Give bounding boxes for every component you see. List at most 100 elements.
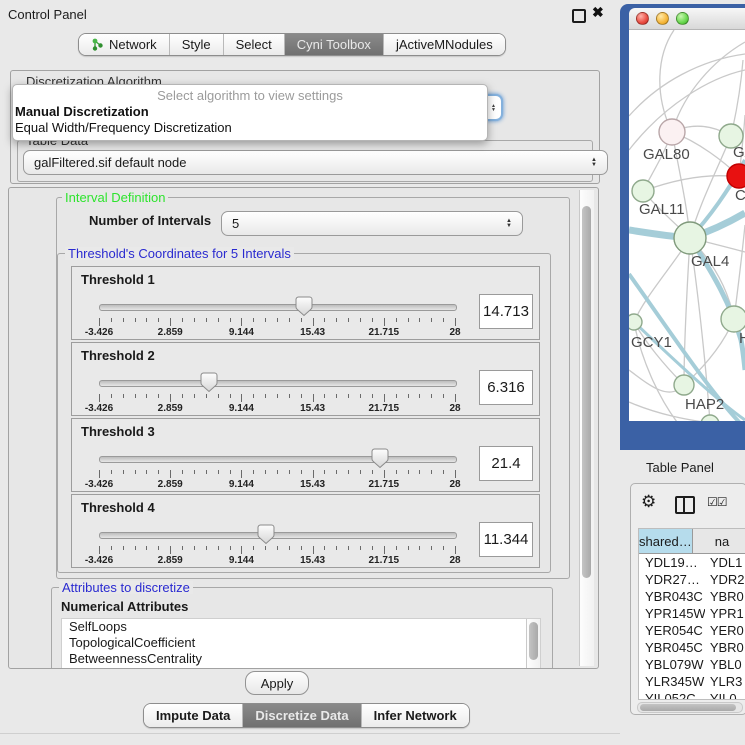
- stepper-icon: ▲▼: [491, 104, 496, 112]
- float-panel-icon[interactable]: [572, 9, 586, 23]
- minimize-traffic-icon[interactable]: [656, 12, 669, 25]
- cell-name[interactable]: YBL0: [706, 656, 745, 673]
- network-node-label: GA: [733, 144, 745, 161]
- table-row[interactable]: YBR043CYBR0: [639, 588, 745, 605]
- network-node[interactable]: [727, 164, 745, 188]
- threshold-label: Threshold 4: [81, 500, 155, 515]
- slider-knob[interactable]: [295, 296, 313, 317]
- cell-name[interactable]: YLR3: [706, 673, 745, 690]
- tab-jactivemnodules[interactable]: jActiveMNodules: [384, 34, 505, 55]
- cell-shared-name[interactable]: YER054C: [639, 622, 706, 639]
- tab-cyni-toolbox[interactable]: Cyni Toolbox: [285, 34, 384, 55]
- tab-select[interactable]: Select: [224, 34, 285, 55]
- tab-style[interactable]: Style: [170, 34, 224, 55]
- node-table[interactable]: shared… na YDL19…YDL1YDR27…YDR2YBR043CYB…: [638, 528, 745, 700]
- threshold-value-field[interactable]: 6.316: [479, 370, 533, 405]
- cell-shared-name[interactable]: YDL19…: [639, 554, 706, 571]
- threshold-value-field[interactable]: 14.713: [479, 294, 533, 329]
- dropdown-option-equal-width[interactable]: Equal Width/Frequency Discretization: [13, 120, 487, 136]
- control-panel-title: Control Panel: [8, 7, 87, 22]
- network-view-window[interactable]: GAL80GACGAL11GAL4HGCY1HAP2: [620, 4, 745, 450]
- close-panel-icon[interactable]: ✖: [592, 4, 604, 21]
- num-intervals-label: Number of Intervals: [89, 213, 211, 228]
- threshold-value-field[interactable]: 11.344: [479, 522, 533, 557]
- threshold-value-field[interactable]: 21.4: [479, 446, 533, 481]
- slider-knob[interactable]: [200, 372, 218, 393]
- table-panel-title: Table Panel: [646, 460, 714, 475]
- cell-name[interactable]: YIL0: [706, 690, 745, 700]
- scrollbar-thumb[interactable]: [640, 704, 736, 711]
- network-node[interactable]: [674, 375, 694, 395]
- table-row[interactable]: YPR145WYPR1: [639, 605, 745, 622]
- slider-track[interactable]: [99, 456, 457, 463]
- gear-icon[interactable]: ⚙: [641, 492, 656, 512]
- slider-track[interactable]: [99, 380, 457, 387]
- cell-shared-name[interactable]: YBR043C: [639, 588, 706, 605]
- cell-name[interactable]: YBR0: [706, 588, 745, 605]
- scrollbar-thumb[interactable]: [582, 206, 591, 578]
- network-node[interactable]: [629, 314, 642, 330]
- network-canvas[interactable]: GAL80GACGAL11GAL4HGCY1HAP2: [629, 30, 745, 421]
- column-header-shared[interactable]: shared…: [639, 529, 693, 553]
- checkboxes-icon[interactable]: ☑☑: [707, 495, 727, 509]
- cyni-mode-tabs: Impute Data Discretize Data Infer Networ…: [143, 703, 470, 728]
- table-row[interactable]: YLR345WYLR3: [639, 673, 745, 690]
- tab-infer-network[interactable]: Infer Network: [362, 704, 469, 727]
- cell-shared-name[interactable]: YIL052C: [639, 690, 706, 700]
- table-row[interactable]: YBL079WYBL0: [639, 656, 745, 673]
- attribute-list-item[interactable]: TopologicalCoefficient: [62, 635, 540, 651]
- threshold-panel-2: Threshold 2 -3.4262.8599.14415.4321.7152…: [71, 342, 540, 416]
- table-row[interactable]: YDL19…YDL1: [639, 554, 745, 571]
- tab-network[interactable]: Network: [79, 34, 170, 55]
- cell-name[interactable]: YDR2: [706, 571, 745, 588]
- cell-shared-name[interactable]: YDR27…: [639, 571, 706, 588]
- cell-shared-name[interactable]: YBR045C: [639, 639, 706, 656]
- network-node[interactable]: [674, 222, 706, 254]
- cell-shared-name[interactable]: YLR345W: [639, 673, 706, 690]
- column-header-name[interactable]: na: [693, 529, 745, 553]
- slider-ticks: [99, 318, 455, 327]
- table-row[interactable]: YIL052CYIL0: [639, 690, 745, 700]
- numerical-attributes-label: Numerical Attributes: [61, 599, 188, 614]
- dropdown-option-manual[interactable]: Manual Discretization: [13, 104, 487, 120]
- table-hscrollbar[interactable]: [637, 702, 743, 713]
- slider-knob[interactable]: [371, 448, 389, 469]
- slider-knob[interactable]: [257, 524, 275, 545]
- table-row[interactable]: YBR045CYBR0: [639, 639, 745, 656]
- table-row[interactable]: YDR27…YDR2: [639, 571, 745, 588]
- tab-impute-data[interactable]: Impute Data: [144, 704, 243, 727]
- scrollbar-thumb[interactable]: [529, 622, 538, 660]
- network-node[interactable]: [659, 119, 685, 145]
- slider-track[interactable]: [99, 532, 457, 539]
- cell-name[interactable]: YPR1: [706, 605, 745, 622]
- cell-shared-name[interactable]: YPR145W: [639, 605, 706, 622]
- settings-scrollbar[interactable]: [579, 190, 594, 666]
- num-intervals-combobox[interactable]: 5 ▲▼: [221, 211, 523, 236]
- apply-button[interactable]: Apply: [245, 671, 309, 695]
- network-node[interactable]: [632, 180, 654, 202]
- network-node[interactable]: [721, 306, 745, 332]
- attribute-list-item[interactable]: BetweennessCentrality: [62, 651, 540, 667]
- threshold-panel-4: Threshold 4 -3.4262.8599.14415.4321.7152…: [71, 494, 540, 568]
- network-window-titlebar[interactable]: [629, 8, 745, 30]
- attribute-list-item[interactable]: SelfLoops: [62, 619, 540, 635]
- algorithm-dropdown-popup: Select algorithm to view settings Manual…: [12, 84, 488, 141]
- table-header[interactable]: shared… na: [639, 529, 745, 554]
- cell-name[interactable]: YDL1: [706, 554, 745, 571]
- tab-discretize-data[interactable]: Discretize Data: [243, 704, 361, 727]
- network-node-label: GAL11: [639, 201, 685, 218]
- numerical-attributes-list[interactable]: SelfLoopsTopologicalCoefficientBetweenne…: [61, 618, 541, 669]
- cell-name[interactable]: YBR0: [706, 639, 745, 656]
- algorithm-combobox[interactable]: ▲▼: [486, 94, 503, 121]
- zoom-traffic-icon[interactable]: [676, 12, 689, 25]
- network-node[interactable]: [701, 415, 719, 421]
- cell-shared-name[interactable]: YBL079W: [639, 656, 706, 673]
- network-node-label: H: [739, 330, 745, 347]
- table-row[interactable]: YER054CYER0: [639, 622, 745, 639]
- cell-name[interactable]: YER0: [706, 622, 745, 639]
- attributes-list-scrollbar[interactable]: [526, 619, 540, 669]
- table-data-combobox[interactable]: galFiltered.sif default node ▲▼: [23, 150, 608, 175]
- close-traffic-icon[interactable]: [636, 12, 649, 25]
- columns-icon[interactable]: [675, 496, 695, 514]
- slider-track[interactable]: [99, 304, 457, 311]
